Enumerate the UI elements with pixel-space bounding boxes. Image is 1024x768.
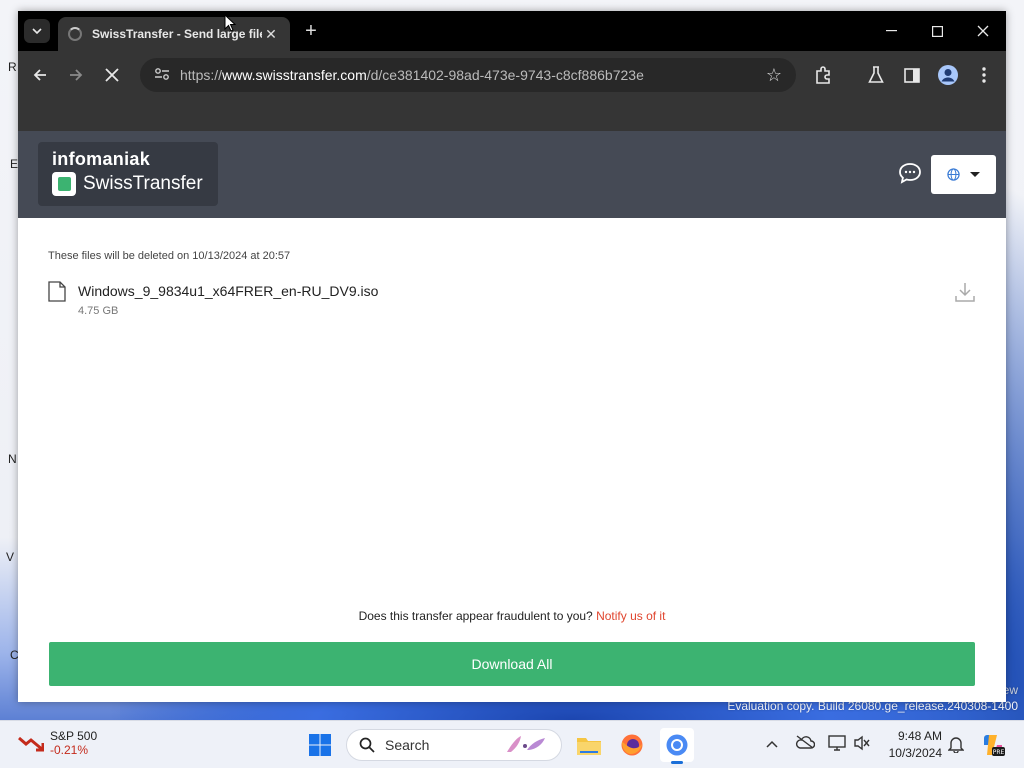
close-tab-icon[interactable]: ✕: [262, 26, 280, 43]
file-name: Windows_9_9834u1_x64FRER_en-RU_DV9.iso: [78, 283, 379, 299]
chrome-button[interactable]: [660, 728, 694, 764]
cloud-off-icon: [796, 735, 816, 749]
side-panel-icon: [904, 67, 920, 83]
folder-icon: [577, 738, 601, 755]
stock-down-icon: [18, 736, 44, 752]
file-list-item: Windows_9_9834u1_x64FRER_en-RU_DV9.iso 4…: [48, 281, 976, 321]
menu-button[interactable]: [972, 63, 996, 87]
notify-link[interactable]: Notify us of it: [596, 609, 665, 623]
bell-icon: [947, 737, 965, 754]
firefox-button[interactable]: [615, 728, 649, 762]
copilot-badge: PRE: [993, 749, 1005, 756]
stop-loading-button[interactable]: [100, 63, 124, 87]
flask-icon: [868, 66, 884, 83]
tab-swisstransfer[interactable]: SwissTransfer - Send large files ✕: [58, 17, 290, 51]
side-panel-button[interactable]: [900, 63, 924, 87]
labs-button[interactable]: [864, 63, 888, 87]
desktop-icon-label: N: [8, 452, 17, 466]
tab-strip: SwissTransfer - Send large files ✕ +: [18, 11, 1006, 51]
new-tab-button[interactable]: +: [300, 20, 322, 42]
show-hidden-icons[interactable]: [766, 735, 778, 751]
arrow-right-icon: [70, 69, 83, 81]
download-icon[interactable]: [954, 281, 976, 303]
taskbar: S&P 500 -0.21% Search 9:48 AM 10/3/2024 …: [0, 720, 1024, 768]
more-vertical-icon: [982, 67, 986, 83]
speaker-muted-icon: [854, 735, 870, 751]
desktop-icon-label: E: [10, 157, 19, 171]
clock-date: 10/3/2024: [888, 746, 942, 760]
back-button[interactable]: [28, 63, 52, 87]
brand-top: infomaniak: [52, 149, 151, 169]
globe-icon: [947, 168, 960, 181]
brand-logo[interactable]: infomaniak SwissTransfer: [38, 142, 218, 206]
windows-logo-icon: [309, 734, 331, 756]
feedback-chat-icon[interactable]: [898, 162, 922, 184]
firefox-icon: [621, 734, 643, 756]
search-label: Search: [385, 737, 430, 753]
maximize-button[interactable]: [914, 11, 960, 51]
stock-widget[interactable]: S&P 500 -0.21%: [18, 729, 97, 757]
swisstransfer-logo-icon: [52, 172, 76, 196]
fraud-report-line: Does this transfer appear fraudulent to …: [18, 609, 1006, 623]
chevron-up-icon: [766, 740, 778, 748]
file-explorer-button[interactable]: [572, 728, 606, 762]
address-bar[interactable]: https://www.swisstransfer.com/d/ce381402…: [140, 58, 796, 92]
monitor-icon: [828, 735, 846, 751]
tab-search-button[interactable]: [24, 19, 50, 43]
language-selector[interactable]: [931, 155, 996, 194]
search-icon: [359, 737, 375, 753]
chrome-icon: [666, 734, 688, 756]
onedrive-status[interactable]: [795, 735, 816, 752]
close-window-button[interactable]: [960, 11, 1006, 51]
sound-status[interactable]: [853, 735, 871, 754]
site-info-icon[interactable]: [154, 67, 170, 84]
loading-spinner-icon: [68, 27, 82, 41]
caret-down-icon: [970, 172, 980, 177]
desktop-icon-label: R: [8, 60, 17, 74]
start-button[interactable]: [303, 728, 337, 762]
arrow-left-icon: [33, 69, 46, 81]
puzzle-icon: [816, 66, 830, 84]
close-icon: [105, 68, 119, 82]
desktop-icon-label: V: [6, 550, 15, 564]
copilot-icon: PRE: [984, 735, 1005, 756]
copilot-button[interactable]: PRE: [978, 728, 1008, 762]
fraud-question: Does this transfer appear fraudulent to …: [358, 609, 593, 623]
tab-title: SwissTransfer - Send large files: [92, 27, 262, 41]
file-icon: [48, 281, 66, 302]
brand-name: SwissTransfer: [83, 173, 203, 194]
browser-window: SwissTransfer - Send large files ✕ + htt…: [18, 11, 1006, 702]
minimize-button[interactable]: [868, 11, 914, 51]
close-icon: [977, 25, 989, 37]
stock-name: S&P 500: [50, 729, 98, 743]
browser-toolbar: https://www.swisstransfer.com/d/ce381402…: [18, 51, 1006, 99]
deletion-notice: These files will be deleted on 10/13/202…: [48, 250, 291, 262]
stock-change: -0.21%: [50, 743, 89, 757]
clock[interactable]: 9:48 AM 10/3/2024: [880, 728, 942, 762]
maximize-icon: [931, 25, 943, 37]
url-text: https://www.swisstransfer.com/d/ce381402…: [180, 67, 644, 83]
profile-button[interactable]: [936, 63, 960, 87]
avatar-icon: [938, 65, 958, 85]
minimize-icon: [885, 30, 897, 32]
extensions-button[interactable]: [811, 63, 835, 87]
clock-time: 9:48 AM: [897, 729, 942, 743]
search-highlight-icon: [507, 736, 545, 752]
forward-button[interactable]: [64, 63, 88, 87]
network-status[interactable]: [828, 735, 846, 754]
mouse-cursor-icon: [224, 14, 236, 32]
site-header: infomaniak SwissTransfer: [18, 131, 1006, 218]
notifications-button[interactable]: [947, 735, 965, 756]
download-all-button[interactable]: Download All: [49, 642, 975, 686]
bookmark-star-icon[interactable]: ☆: [766, 65, 782, 86]
chevron-down-icon: [32, 28, 42, 34]
taskbar-search[interactable]: Search: [346, 729, 562, 761]
file-size: 4.75 GB: [78, 305, 119, 317]
